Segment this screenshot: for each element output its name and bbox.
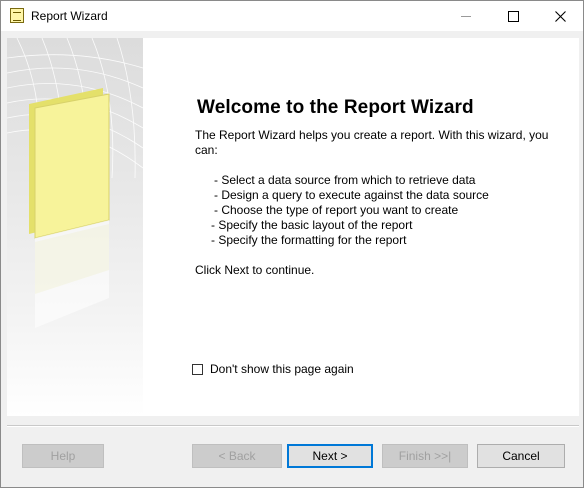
dont-show-again-label[interactable]: Don't show this page again [210, 362, 354, 376]
maximize-button[interactable] [490, 1, 536, 31]
wizard-side-banner [7, 38, 143, 416]
wizard-banner-graphic [7, 38, 143, 328]
minimize-icon [461, 15, 471, 17]
report-icon [10, 8, 24, 23]
list-item: - Choose the type of report you want to … [214, 203, 459, 217]
maximize-icon [507, 10, 519, 22]
next-button[interactable]: Next > [287, 444, 373, 468]
back-button[interactable]: < Back [192, 444, 282, 468]
continue-text: Click Next to continue. [195, 263, 315, 277]
feature-list: - Select a data source from which to ret… [211, 173, 574, 248]
window-title: Report Wizard [31, 9, 108, 23]
close-button[interactable] [537, 1, 583, 31]
footer-separator [7, 425, 579, 427]
minimize-button[interactable] [443, 1, 489, 31]
list-item: - Select a data source from which to ret… [214, 173, 476, 187]
cancel-button[interactable]: Cancel [477, 444, 565, 468]
finish-button[interactable]: Finish >>| [382, 444, 468, 468]
list-item: - Design a query to execute against the … [214, 188, 489, 202]
dont-show-again-option[interactable]: Don't show this page again [192, 362, 354, 376]
list-item: - Specify the formatting for the report [211, 233, 407, 247]
help-button[interactable]: Help [22, 444, 104, 468]
intro-text: The Report Wizard helps you create a rep… [195, 128, 549, 157]
report-wizard-window: Report Wizard Welcome to the Report Wiza… [0, 0, 584, 488]
dont-show-again-checkbox[interactable] [192, 363, 203, 375]
page-title: Welcome to the Report Wizard [197, 97, 474, 118]
title-bar[interactable]: Report Wizard [1, 1, 583, 31]
list-item: - Specify the basic layout of the report [211, 218, 413, 232]
close-icon [554, 10, 566, 22]
